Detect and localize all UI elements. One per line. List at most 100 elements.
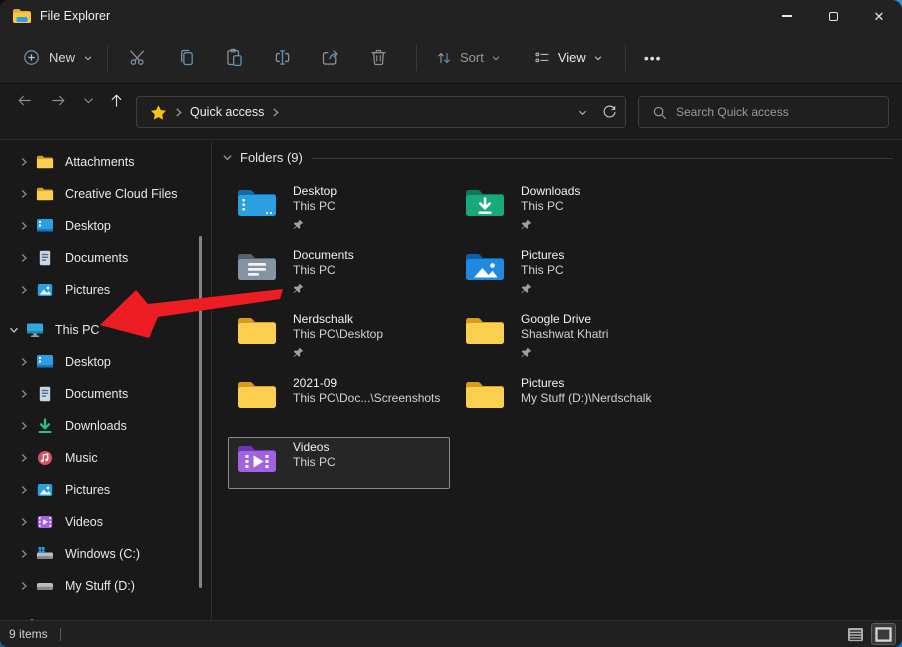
- folder-tile-google-drive[interactable]: Google DriveShashwat Khatri: [456, 309, 678, 361]
- chevron-down-icon: [222, 152, 233, 163]
- sidebar-item-label: Music: [65, 451, 98, 465]
- toolbar-separator: [107, 45, 108, 71]
- view-button[interactable]: View: [523, 43, 613, 73]
- rename-button[interactable]: [258, 40, 306, 76]
- sidebar-item-downloads[interactable]: Downloads: [0, 410, 210, 442]
- folder-tile-videos[interactable]: VideosThis PC: [228, 437, 450, 489]
- sort-button[interactable]: Sort: [425, 43, 511, 73]
- back-button[interactable]: [8, 84, 40, 116]
- new-button[interactable]: New: [14, 42, 101, 73]
- tile-path: This PC\Desktop: [293, 327, 383, 342]
- sort-button-label: Sort: [460, 50, 484, 65]
- chevron-right-icon[interactable]: [19, 581, 34, 591]
- sidebar-item-videos[interactable]: Videos: [0, 506, 210, 538]
- sidebar-scrollbar[interactable]: [199, 236, 202, 588]
- sidebar-item-pictures[interactable]: Pictures: [0, 474, 210, 506]
- delete-button[interactable]: [354, 40, 402, 76]
- scissors-icon: [128, 47, 149, 68]
- chevron-right-icon[interactable]: [19, 453, 34, 463]
- pictures-icon: [36, 482, 56, 498]
- arrow-up-icon: [108, 92, 125, 109]
- folder-tile-downloads[interactable]: DownloadsThis PC: [456, 181, 678, 233]
- tile-path: This PC: [293, 455, 336, 470]
- maximize-button[interactable]: [810, 0, 856, 32]
- folder-icon: [36, 154, 56, 170]
- cut-button[interactable]: [114, 40, 162, 76]
- sidebar-item-label: Desktop: [65, 219, 111, 233]
- search-box[interactable]: [638, 96, 889, 128]
- forward-button[interactable]: [42, 84, 74, 116]
- breadcrumb-location[interactable]: Quick access: [190, 105, 264, 119]
- chevron-right-icon[interactable]: [19, 221, 34, 231]
- sidebar-item-label: Creative Cloud Files: [65, 187, 178, 201]
- status-divider: [60, 628, 61, 641]
- large-icons-view-button[interactable]: [872, 624, 895, 644]
- sidebar-item-creative-cloud-files[interactable]: Creative Cloud Files: [0, 178, 210, 210]
- sidebar-item-desktop[interactable]: Desktop: [0, 346, 210, 378]
- desktop-stage: File Explorer ✕ New Sort: [0, 0, 902, 647]
- folder-documents-icon: [237, 251, 277, 283]
- chevron-down-icon: [82, 94, 95, 107]
- pin-icon: [293, 217, 304, 228]
- sidebar-item-documents[interactable]: Documents: [0, 378, 210, 410]
- folder-tile-pictures[interactable]: PicturesThis PC: [456, 245, 678, 297]
- sort-arrows-icon: [435, 49, 453, 67]
- folder-tile-nerdschalk[interactable]: NerdschalkThis PC\Desktop: [228, 309, 450, 361]
- pictures-icon: [36, 282, 56, 298]
- see-more-button[interactable]: •••: [632, 46, 674, 70]
- folder-tile-pictures[interactable]: PicturesMy Stuff (D:)\Nerdschalk: [456, 373, 678, 425]
- details-view-icon: [847, 627, 864, 642]
- chevron-right-icon[interactable]: [19, 285, 34, 295]
- drive-windows-icon: [36, 546, 56, 562]
- status-bar: 9 items: [0, 620, 902, 647]
- trash-icon: [368, 47, 389, 68]
- search-input[interactable]: [676, 105, 888, 119]
- folders-group-header[interactable]: Folders (9): [222, 150, 303, 165]
- chevron-down-icon[interactable]: [9, 325, 24, 335]
- chevron-right-icon[interactable]: [19, 485, 34, 495]
- sidebar-item-documents[interactable]: Documents: [0, 242, 210, 274]
- breadcrumb-chevron[interactable]: [271, 107, 280, 118]
- folder-tile-2021-09[interactable]: 2021-09This PC\Doc...\Screenshots: [228, 373, 450, 425]
- sidebar-item-this-pc[interactable]: This PC: [0, 314, 210, 346]
- sidebar-item-label: Attachments: [65, 155, 134, 169]
- copy-button[interactable]: [162, 40, 210, 76]
- up-button[interactable]: [100, 84, 132, 116]
- chevron-right-icon[interactable]: [19, 389, 34, 399]
- chevron-right-icon[interactable]: [19, 421, 34, 431]
- tile-name: Google Drive: [521, 312, 608, 327]
- sidebar-item-windows-c[interactable]: Windows (C:): [0, 538, 210, 570]
- address-bar[interactable]: Quick access: [136, 96, 626, 128]
- sidebar-item-label: Pictures: [65, 283, 110, 297]
- folder-tile-desktop[interactable]: DesktopThis PC: [228, 181, 450, 233]
- sidebar-item-pictures[interactable]: Pictures: [0, 274, 210, 306]
- sidebar-item-label: Downloads: [65, 419, 127, 433]
- command-bar: New Sort View •••: [0, 32, 902, 84]
- minimize-button[interactable]: [764, 0, 810, 32]
- chevron-right-icon[interactable]: [19, 549, 34, 559]
- sidebar-item-attachments[interactable]: Attachments: [0, 146, 210, 178]
- sidebar-item-my-stuff-d[interactable]: My Stuff (D:): [0, 570, 210, 602]
- chevron-right-icon[interactable]: [19, 189, 34, 199]
- chevron-down-icon: [593, 53, 603, 63]
- breadcrumb-chevron[interactable]: [174, 107, 183, 118]
- desktop-icon: [36, 218, 56, 234]
- chevron-right-icon[interactable]: [19, 517, 34, 527]
- paste-button[interactable]: [210, 40, 258, 76]
- folder-tile-documents[interactable]: DocumentsThis PC: [228, 245, 450, 297]
- sidebar-item-desktop[interactable]: Desktop: [0, 210, 210, 242]
- chevron-right-icon[interactable]: [19, 357, 34, 367]
- chevron-right-icon[interactable]: [19, 253, 34, 263]
- navigation-bar: Quick access: [0, 84, 902, 140]
- address-dropdown-button[interactable]: [577, 107, 588, 118]
- sidebar-item-network[interactable]: Network: [0, 610, 210, 620]
- share-button[interactable]: [306, 40, 354, 76]
- thispc-icon: [26, 322, 46, 338]
- sidebar-item-label: Pictures: [65, 483, 110, 497]
- sidebar-item-music[interactable]: Music: [0, 442, 210, 474]
- close-button[interactable]: ✕: [856, 0, 902, 32]
- details-view-button[interactable]: [844, 624, 867, 644]
- titlebar[interactable]: File Explorer ✕: [0, 0, 902, 32]
- chevron-right-icon[interactable]: [19, 157, 34, 167]
- refresh-button[interactable]: [602, 105, 617, 120]
